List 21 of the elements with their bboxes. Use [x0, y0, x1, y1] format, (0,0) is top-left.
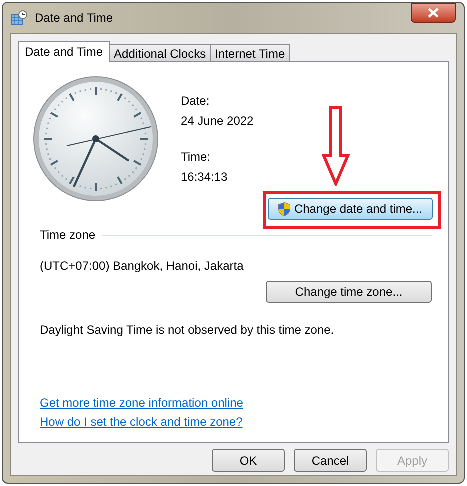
time-label: Time: [181, 149, 212, 166]
date-label: Date: [181, 93, 211, 110]
dst-note: Daylight Saving Time is not observed by this time zone. [40, 322, 336, 339]
change-time-zone-button[interactable]: Change time zone... [266, 281, 432, 303]
calendar-clock-icon [11, 10, 28, 26]
help-link[interactable]: Get more time zone information online [40, 396, 244, 411]
time-zone-value: (UTC+07:00) Bangkok, Hanoi, Jakarta [40, 258, 245, 275]
shield-icon [278, 202, 292, 216]
tab[interactable]: Additional Clocks [109, 44, 212, 62]
section-heading: Time zone [40, 227, 96, 244]
change-date-time-button[interactable]: Change date and time... [268, 198, 433, 220]
dialog-button[interactable]: Cancel [294, 449, 367, 472]
window-title: Date and Time [35, 10, 114, 27]
help-link[interactable]: How do I set the clock and time zone? [40, 415, 243, 430]
date-value: 24 June 2022 [181, 113, 254, 130]
close-button[interactable] [411, 3, 456, 23]
time-value: 16:34:13 [181, 169, 229, 186]
close-icon [428, 8, 439, 18]
dialog-button[interactable]: OK [212, 449, 285, 472]
tab[interactable]: Internet Time [210, 44, 290, 62]
tab[interactable]: Date and Time [18, 41, 110, 62]
